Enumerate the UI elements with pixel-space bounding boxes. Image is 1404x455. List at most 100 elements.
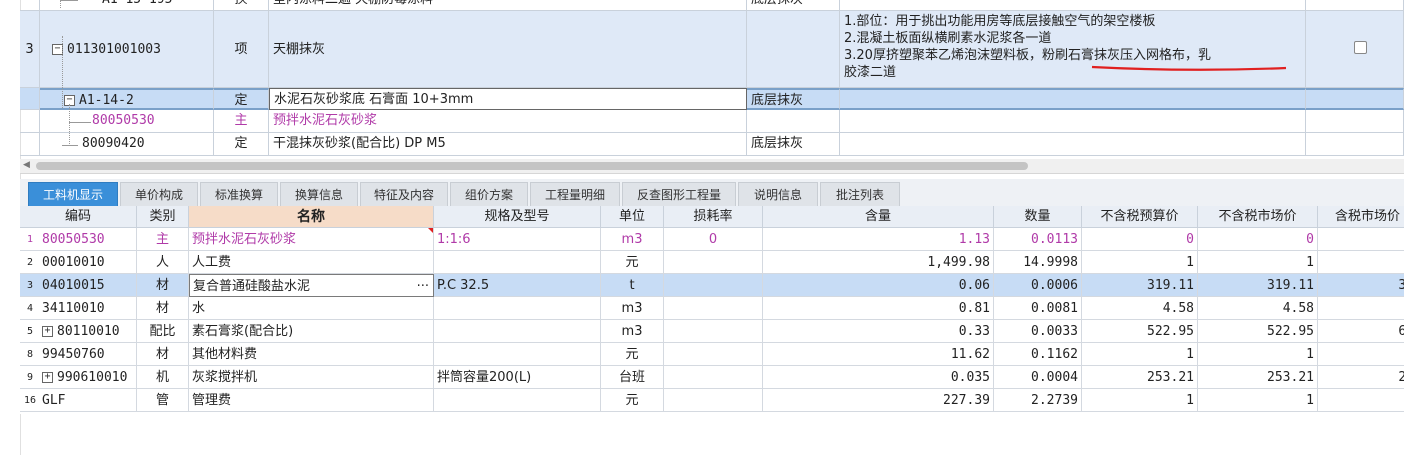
more-icon[interactable]: ···: [417, 275, 429, 296]
tab-quantity-detail[interactable]: 工程量明细: [530, 182, 620, 206]
tab-description[interactable]: 说明信息: [738, 182, 818, 206]
item-name-edit[interactable]: 水泥石灰砂浆底 石膏面 10+3mm: [269, 88, 747, 110]
tab-conversion-info[interactable]: 换算信息: [280, 182, 358, 206]
tab-unit-price[interactable]: 单价构成: [120, 182, 198, 206]
resource-loss-rate: 0: [708, 232, 718, 247]
column-header-name[interactable]: 名称: [189, 206, 434, 228]
cell-tax-market-price: 37: [1318, 274, 1404, 297]
item-code-cell: −011301001003: [40, 11, 214, 88]
cell-category: 材: [137, 297, 189, 320]
resource-unit: 元: [625, 255, 639, 270]
scroll-left-icon[interactable]: ◀: [23, 160, 30, 170]
resource-market-price: 1: [1306, 255, 1314, 270]
item-code: 011301001003: [67, 42, 161, 57]
column-header-budget-price[interactable]: 不含税预算价: [1082, 206, 1198, 228]
expand-icon[interactable]: +: [42, 372, 53, 383]
column-header-market-price[interactable]: 不含税市场价: [1198, 206, 1318, 228]
cell-loss-rate: [664, 389, 763, 412]
cell-category: 人: [137, 251, 189, 274]
cell-budget-price: 1: [1082, 251, 1198, 274]
cell-market-price: 0: [1198, 228, 1318, 251]
resource-content: 1,499.98: [927, 255, 990, 270]
column-header-category[interactable]: 类别: [137, 206, 189, 228]
resource-content: 1.13: [958, 232, 990, 247]
detail-tabbar: 工料机显示 单价构成 标准换算 换算信息 特征及内容 组价方案 工程量明细 反查…: [20, 179, 1404, 206]
resource-tax-market-price: 60: [1398, 324, 1404, 339]
cell-name[interactable]: 复合普通硅酸盐水泥 ···: [189, 274, 434, 297]
column-header-loss-rate[interactable]: 损耗率: [664, 206, 763, 228]
item-spec: 底层抹灰: [747, 133, 840, 156]
item-type: 换: [214, 0, 269, 11]
column-header-spec[interactable]: 规格及型号: [434, 206, 601, 228]
cell-name[interactable]: 素石膏浆(配合比): [189, 320, 434, 343]
cell-name[interactable]: 灰浆搅拌机: [189, 366, 434, 389]
tab-comments[interactable]: 批注列表: [820, 182, 900, 206]
tab-reverse-graphic[interactable]: 反查图形工程量: [622, 182, 736, 206]
resource-market-price: 522.95: [1267, 324, 1314, 339]
tab-features[interactable]: 特征及内容: [360, 182, 448, 206]
tab-pricing-scheme[interactable]: 组价方案: [450, 182, 528, 206]
resource-category: 主: [155, 232, 169, 247]
item-type: 定: [214, 88, 269, 110]
row-number: 8: [26, 349, 34, 360]
resource-market-price: 319.11: [1267, 278, 1314, 293]
feature-line: 2.混凝土板面纵横刷素水泥浆各一道: [844, 31, 1052, 46]
resource-unit: 台班: [618, 370, 645, 385]
cell-tax-market-price: [1318, 228, 1404, 251]
tab-standard-conversion[interactable]: 标准换算: [200, 182, 278, 206]
cell-tax-market-price: [1318, 389, 1404, 412]
horizontal-scrollbar[interactable]: ◀: [20, 159, 1404, 174]
tab-labor-material-machine[interactable]: 工料机显示: [28, 182, 118, 206]
tree-connector: [60, 0, 78, 1]
item-name: 水泥石灰砂浆底 石膏面 10+3mm: [274, 92, 474, 107]
resource-spec: 1:1:6: [437, 232, 471, 247]
tree-connector: [60, 0, 61, 8]
resource-quantity: 0.0004: [1031, 370, 1078, 385]
cell-unit: t: [601, 274, 664, 297]
item-code-cell: − A1-14-2: [40, 88, 214, 110]
cell-tax-market-price: 25: [1318, 366, 1404, 389]
resource-content: 11.62: [950, 347, 990, 362]
resource-budget-price: 1: [1186, 347, 1194, 362]
cell-name[interactable]: 预拌水泥石灰砂浆: [189, 228, 434, 251]
expand-icon[interactable]: +: [42, 326, 53, 337]
cell-content: 1.13: [763, 228, 994, 251]
cell-name[interactable]: 水: [189, 297, 434, 320]
column-header-code[interactable]: 编码: [20, 206, 137, 228]
cell-name[interactable]: 其他材料费: [189, 343, 434, 366]
resource-unit: m3: [621, 324, 643, 339]
resource-name: 其他材料费: [192, 347, 258, 362]
item-name: 干混抹灰砂浆(配合比) DP M5: [269, 133, 747, 156]
cell-name[interactable]: 管理费: [189, 389, 434, 412]
resource-market-price: 0: [1306, 232, 1314, 247]
column-header-tax-market-price[interactable]: 含税市场价: [1318, 206, 1404, 228]
cell-quantity: 14.9998: [994, 251, 1082, 274]
cell-budget-price: 319.11: [1082, 274, 1198, 297]
resource-category: 材: [155, 278, 169, 293]
resource-category: 材: [155, 301, 169, 316]
column-header-quantity[interactable]: 数量: [994, 206, 1082, 228]
row-number: 4: [26, 303, 34, 314]
cell-loss-rate: [664, 274, 763, 297]
cell-code: 1 80050530: [20, 228, 137, 251]
resource-tax-market-price: 37: [1398, 278, 1404, 293]
scrollbar-thumb[interactable]: [36, 162, 1028, 170]
item-type: 项: [214, 11, 269, 88]
resource-grid: 编码 类别 名称 规格及型号 单位 损耗率 含量 数量 不含税预算价 不含税市场价 含税市场价 18…: [20, 206, 1404, 414]
row-checkbox[interactable]: [1354, 41, 1367, 54]
row-number: 3: [26, 280, 34, 291]
resource-quantity: 14.9998: [1023, 255, 1078, 270]
resource-content: 0.33: [958, 324, 990, 339]
resource-budget-price: 1: [1186, 255, 1194, 270]
cell-name[interactable]: 人工费: [189, 251, 434, 274]
cell-tax-market-price: 60: [1318, 320, 1404, 343]
column-header-content[interactable]: 含量: [763, 206, 994, 228]
resource-category: 管: [155, 393, 169, 408]
cell-spec: [434, 320, 601, 343]
column-header-unit[interactable]: 单位: [601, 206, 664, 228]
resource-name: 水: [192, 301, 206, 316]
cell-content: 0.06: [763, 274, 994, 297]
item-name: 室内涂料二遍 天棚防霉涂料: [269, 0, 747, 11]
resource-tax-market-price: 25: [1398, 370, 1404, 385]
cell-category: 管: [137, 389, 189, 412]
